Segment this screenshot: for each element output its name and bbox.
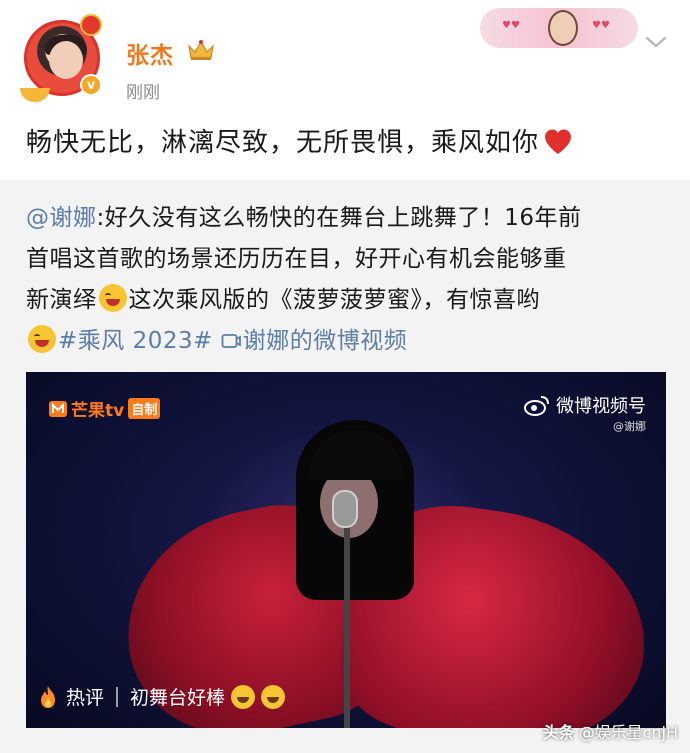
chevron-down-icon[interactable] [644,34,668,50]
gold-ingot-decoration [20,88,50,102]
mic-stand [344,512,350,728]
fire-icon [41,685,55,708]
banner-avatar [548,10,578,46]
heart-icon [545,129,572,154]
weibo-video-logo: 微博视频号 [524,392,646,418]
timestamp: 刚刚 [126,83,160,103]
crown-icon [188,40,214,60]
verified-icon: v [80,74,102,96]
hot-comment[interactable]: 热评 初舞台好棒 [38,683,286,710]
username[interactable]: 张杰 [126,36,174,70]
mango-tv-logo: 芒果tv 自制 [48,396,161,421]
smirk-emoji-icon [28,325,56,353]
mention-link[interactable]: @谢娜 [26,205,97,231]
microphone [332,490,358,528]
weibo-video-account: @谢娜 [613,420,646,433]
avatar[interactable]: v [20,14,104,102]
hashtag-link[interactable]: #乘风 2023# [58,328,213,354]
video-link-icon [221,334,241,348]
post-text-content: 畅快无比，淋漓尽致，无所畏惧，乘风如你 [26,128,540,158]
decoration-banner[interactable]: ♥♥ ♥♥ [480,8,638,48]
laughing-emoji-icon [98,284,127,312]
emoji-icon [261,684,286,709]
mango-tv-icon [49,400,67,417]
emoji-icon [231,684,256,709]
lantern-decoration [80,14,102,36]
weibo-icon [524,396,549,416]
divider [116,686,119,707]
video-link[interactable]: 谢娜的微博视频 [221,328,408,354]
video-player[interactable]: 芒果tv 自制 微博视频号 @谢娜 热评 初舞台好棒 [26,372,666,728]
post-text: 畅快无比，淋漓尽致，无所畏惧，乘风如你 [26,122,573,159]
post-header: v 张杰 刚刚 ♥♥ ♥♥ [0,0,690,112]
quoted-post-text: @谢娜:好久没有这么畅快的在舞台上跳舞了！16年前 首唱这首歌的场景还历历在目，… [26,205,582,354]
watermark: 头条 @娱乐星cnjH [542,723,678,742]
